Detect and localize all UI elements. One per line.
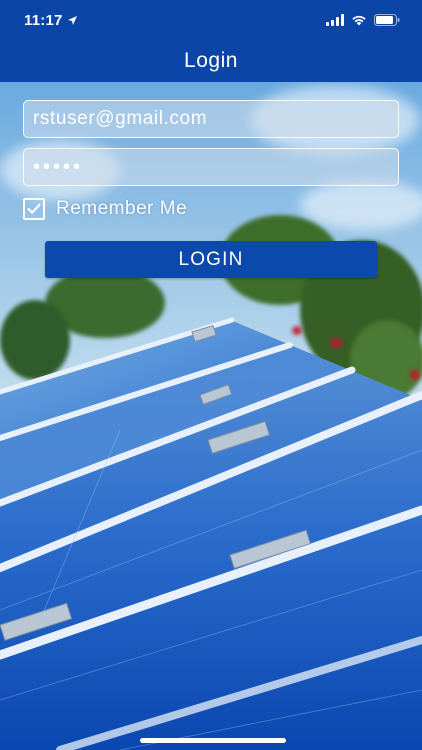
checkmark-icon [27,203,41,214]
remember-me-row[interactable]: Remember Me [23,197,187,221]
password-field[interactable] [23,148,399,186]
home-indicator[interactable] [140,738,286,743]
remember-me-label: Remember Me [56,198,188,219]
email-field[interactable] [23,100,399,138]
email-input[interactable] [33,108,389,130]
login-button-label: LOGIN [178,248,244,270]
login-button[interactable]: LOGIN [45,241,377,278]
login-form: Remember Me LOGIN [0,0,422,750]
remember-me-checkbox[interactable] [23,198,45,220]
password-input[interactable] [33,155,389,179]
